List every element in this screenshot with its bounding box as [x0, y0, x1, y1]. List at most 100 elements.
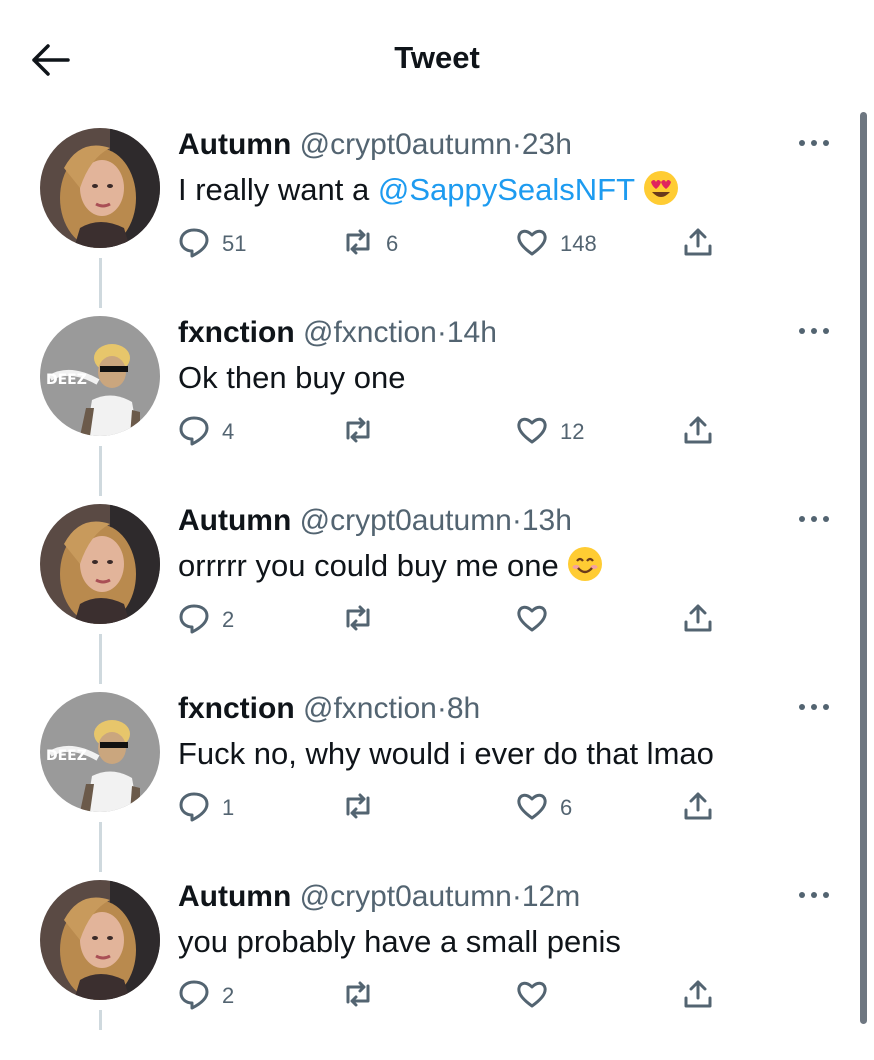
retweet-icon: [342, 602, 374, 639]
reply-button[interactable]: 51: [178, 226, 246, 262]
tweet[interactable]: Autumn @crypt0autumn·23h I really want a…: [0, 128, 855, 308]
tweet-body: you probably have a small penis: [178, 924, 621, 959]
reply-count: 51: [222, 231, 247, 256]
like-icon: [516, 414, 548, 451]
reply-icon: [178, 790, 210, 827]
retweet-icon: [342, 414, 374, 451]
tweet-actions: 51 6 148: [178, 226, 738, 266]
user-handle[interactable]: @crypt0autumn: [300, 880, 512, 913]
tweet-body: orrrrr you could buy me one: [178, 548, 559, 583]
tweet-text: orrrrr you could buy me one: [178, 546, 603, 586]
like-button[interactable]: [516, 602, 560, 638]
like-button[interactable]: 12: [516, 414, 584, 450]
user-handle[interactable]: @crypt0autumn: [300, 504, 512, 537]
display-name[interactable]: Autumn: [178, 504, 291, 537]
avatar[interactable]: DEEZ: [40, 692, 160, 812]
separator-dot: ·: [436, 316, 447, 349]
retweet-button[interactable]: [342, 602, 386, 638]
retweet-button[interactable]: [342, 978, 386, 1014]
reply-button[interactable]: 2: [178, 978, 234, 1014]
more-icon[interactable]: [796, 136, 832, 150]
reply-icon: [178, 226, 210, 263]
svg-text:DEEZ: DEEZ: [46, 748, 87, 764]
share-button[interactable]: [682, 414, 714, 450]
timestamp[interactable]: 14h: [447, 316, 497, 349]
display-name[interactable]: fxnction: [178, 316, 295, 349]
like-count: 148: [560, 231, 597, 256]
tweet-header: fxnction @fxnction·14h: [178, 316, 497, 350]
retweet-button[interactable]: [342, 414, 386, 450]
page-title: Tweet: [394, 40, 480, 75]
tweet-actions: 1 6: [178, 790, 738, 830]
retweet-icon: [342, 226, 374, 263]
display-name[interactable]: Autumn: [178, 128, 291, 161]
tweet[interactable]: Autumn @crypt0autumn·13h orrrrr you coul…: [0, 504, 855, 684]
separator-dot: ·: [511, 128, 522, 161]
like-icon: [516, 602, 548, 639]
user-handle[interactable]: @fxnction: [303, 316, 437, 349]
tweet-body: Ok then buy one: [178, 360, 406, 395]
timestamp[interactable]: 8h: [447, 692, 480, 725]
like-icon: [516, 978, 548, 1015]
reply-icon: [178, 414, 210, 451]
timestamp[interactable]: 13h: [522, 504, 572, 537]
more-icon[interactable]: [796, 888, 832, 902]
like-button[interactable]: [516, 978, 560, 1014]
tweet-actions: 4 12: [178, 414, 738, 454]
separator-dot: ·: [511, 880, 522, 913]
smiling-face-emoji: [567, 546, 603, 582]
share-button[interactable]: [682, 978, 714, 1014]
avatar[interactable]: DEEZ: [40, 316, 160, 436]
retweet-button[interactable]: [342, 790, 386, 826]
tweet-body: Fuck no, why would i ever do that lmao: [178, 736, 714, 771]
like-icon: [516, 790, 548, 827]
user-handle[interactable]: @crypt0autumn: [300, 128, 512, 161]
retweet-icon: [342, 978, 374, 1015]
tweet-header: fxnction @fxnction·8h: [178, 692, 480, 726]
tweet[interactable]: DEEZ fxnction @fxnction·8h Fuck no, why …: [0, 692, 855, 872]
separator-dot: ·: [511, 504, 522, 537]
like-count: 6: [560, 795, 573, 820]
avatar[interactable]: [40, 504, 160, 624]
reply-button[interactable]: 1: [178, 790, 234, 826]
display-name[interactable]: Autumn: [178, 880, 291, 913]
like-button[interactable]: 6: [516, 790, 572, 826]
reply-count: 4: [222, 419, 235, 444]
user-handle[interactable]: @fxnction: [303, 692, 437, 725]
more-icon[interactable]: [796, 324, 832, 338]
share-icon: [682, 978, 714, 1015]
timestamp[interactable]: 12m: [522, 880, 580, 913]
tweet-header: Autumn @crypt0autumn·13h: [178, 504, 572, 538]
tweet-header: Autumn @crypt0autumn·12m: [178, 880, 580, 914]
like-count: 12: [560, 419, 585, 444]
share-button[interactable]: [682, 790, 714, 826]
tweet-header: Autumn @crypt0autumn·23h: [178, 128, 572, 162]
tweet-actions: 2: [178, 978, 738, 1018]
heart-eyes-emoji: [643, 170, 679, 206]
reply-button[interactable]: 2: [178, 602, 234, 638]
tweet-body: I really want a: [178, 172, 378, 207]
avatar[interactable]: [40, 880, 160, 1000]
tweet-text: you probably have a small penis: [178, 922, 621, 962]
retweet-button[interactable]: 6: [342, 226, 398, 262]
scrollbar[interactable]: [860, 112, 867, 1024]
tweet-text: I really want a @SappySealsNFT: [178, 170, 679, 210]
avatar[interactable]: [40, 128, 160, 248]
more-icon[interactable]: [796, 700, 832, 714]
reply-count: 2: [222, 983, 235, 1008]
mention-link[interactable]: @SappySealsNFT: [378, 172, 635, 207]
tweet-text: Fuck no, why would i ever do that lmao: [178, 734, 714, 774]
retweet-icon: [342, 790, 374, 827]
reply-count: 2: [222, 607, 235, 632]
share-button[interactable]: [682, 226, 714, 262]
like-button[interactable]: 148: [516, 226, 597, 262]
reply-icon: [178, 602, 210, 639]
more-icon[interactable]: [796, 512, 832, 526]
share-button[interactable]: [682, 602, 714, 638]
tweet[interactable]: DEEZ fxnction @fxnction·14h Ok then buy …: [0, 316, 855, 496]
display-name[interactable]: fxnction: [178, 692, 295, 725]
timestamp[interactable]: 23h: [522, 128, 572, 161]
reply-button[interactable]: 4: [178, 414, 234, 450]
tweet[interactable]: Autumn @crypt0autumn·12m you probably ha…: [0, 880, 855, 1060]
share-icon: [682, 602, 714, 639]
